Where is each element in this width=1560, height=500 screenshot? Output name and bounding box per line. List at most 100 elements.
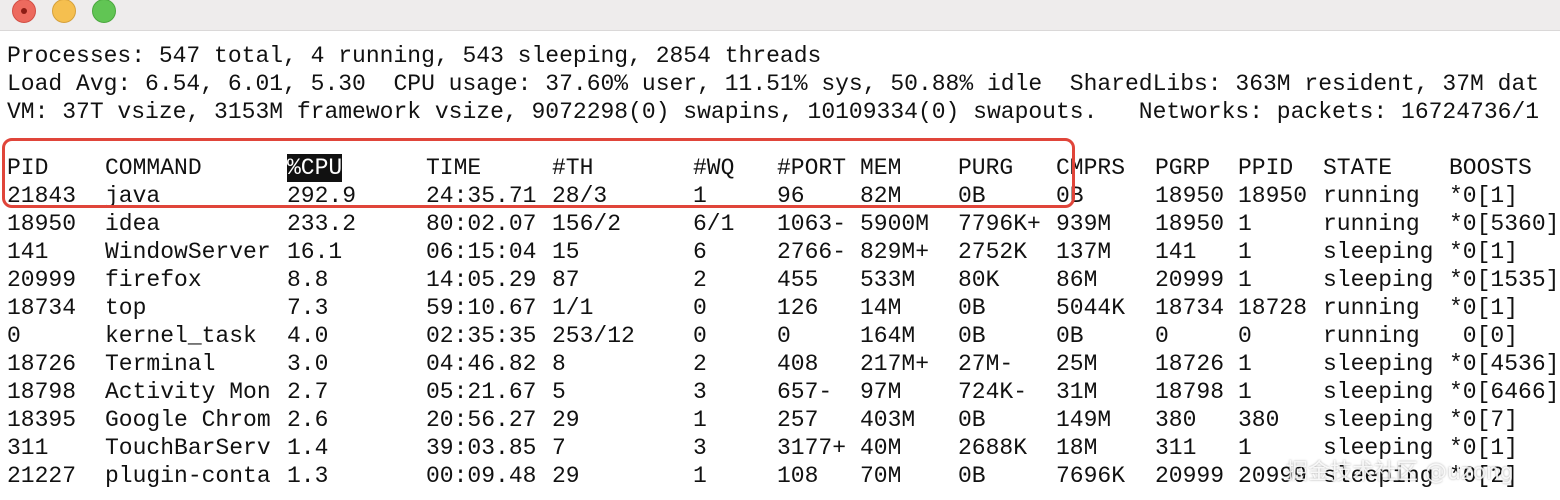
table-cell: 59:10.67 — [426, 295, 537, 321]
table-cell: 3.0 — [287, 351, 329, 377]
table-cell: 657- — [777, 379, 833, 405]
table-cell: 0B — [958, 407, 986, 433]
summary-load-cpu: Load Avg: 6.54, 6.01, 5.30 CPU usage: 37… — [7, 71, 1540, 97]
table-cell: WindowServer — [105, 239, 271, 265]
table-cell: 2766- — [777, 239, 847, 265]
table-cell: *0[5360] — [1449, 211, 1560, 237]
table-cell: *0[4536] — [1449, 351, 1560, 377]
highlight-annotation-box — [2, 138, 1075, 208]
table-cell: 1 — [1238, 379, 1252, 405]
table-cell: 06:15:04 — [426, 239, 537, 265]
table-cell: *0[1535] — [1449, 267, 1560, 293]
table-cell: 3177+ — [777, 435, 847, 461]
table-cell: 8 — [552, 351, 566, 377]
table-cell: sleeping — [1323, 407, 1434, 433]
table-cell: 137M — [1056, 239, 1112, 265]
table-cell: top — [105, 295, 147, 321]
table-cell: 2 — [693, 267, 707, 293]
table-cell: 7.3 — [287, 295, 329, 321]
table-cell: 80K — [958, 267, 1000, 293]
table-cell: 18728 — [1238, 295, 1308, 321]
table-cell: 0[0] — [1449, 323, 1519, 349]
table-cell: 1.4 — [287, 435, 329, 461]
summary-vm-network: VM: 37T vsize, 3153M framework vsize, 90… — [7, 99, 1540, 125]
minimize-button[interactable] — [52, 0, 76, 23]
table-cell: 21227 — [7, 463, 77, 489]
table-cell: 1 — [1238, 211, 1252, 237]
table-cell: *0[1] — [1449, 239, 1519, 265]
close-icon — [21, 8, 27, 14]
table-cell: 18950 — [7, 211, 77, 237]
table-cell: 2.7 — [287, 379, 329, 405]
zoom-button[interactable] — [92, 0, 116, 23]
table-cell: 18734 — [7, 295, 77, 321]
table-cell: 18950 — [1238, 183, 1308, 209]
table-cell: 02:35:35 — [426, 323, 537, 349]
table-cell: 149M — [1056, 407, 1112, 433]
table-row: 18726 Terminal 3.0 04:46.82 8 2 408 217M+ 27M- 25… — [0, 350, 1560, 378]
table-cell: *0[1] — [1449, 295, 1519, 321]
table-cell: 18734 — [1155, 295, 1225, 321]
table-cell: 14:05.29 — [426, 267, 537, 293]
table-cell: 40M — [860, 435, 902, 461]
table-cell: 233.2 — [287, 211, 357, 237]
table-cell: 1/1 — [552, 295, 594, 321]
table-cell: 20999 — [1155, 267, 1225, 293]
table-cell: 257 — [777, 407, 819, 433]
table-cell: 0 — [7, 323, 21, 349]
table-row: 0 kernel_task 4.0 02:35:35 253/12 0 0 164M 0B 0B 0… — [0, 322, 1560, 350]
table-cell: 86M — [1056, 267, 1098, 293]
table-cell: 0 — [693, 295, 707, 321]
table-cell: 0B — [958, 295, 986, 321]
close-button[interactable] — [12, 0, 36, 23]
table-cell: *0[6466] — [1449, 379, 1560, 405]
terminal-output[interactable]: Processes: 547 total, 4 running, 543 sle… — [0, 42, 1560, 500]
table-cell: 29 — [552, 463, 580, 489]
table-cell: sleeping — [1323, 239, 1434, 265]
table-cell: 6 — [693, 239, 707, 265]
table-cell: 126 — [777, 295, 819, 321]
table-cell: 0B — [958, 463, 986, 489]
table-cell: 0B — [958, 323, 986, 349]
table-row: 18798 Activity Mon 2.7 05:21.67 5 3 657- 97M 724… — [0, 378, 1560, 406]
table-cell: 533M — [860, 267, 916, 293]
table-cell: 18798 — [1155, 379, 1225, 405]
table-cell: 141 — [1155, 239, 1197, 265]
table-cell: 00:09.48 — [426, 463, 537, 489]
table-cell: 939M — [1056, 211, 1112, 237]
table-cell: 403M — [860, 407, 916, 433]
table-cell: 1 — [693, 407, 707, 433]
table-cell: 97M — [860, 379, 902, 405]
table-cell: 4.0 — [287, 323, 329, 349]
table-cell: 156/2 — [552, 211, 622, 237]
table-cell: sleeping — [1323, 267, 1434, 293]
table-cell: 0 — [693, 323, 707, 349]
table-cell: 2 — [693, 351, 707, 377]
table-cell: 29 — [552, 407, 580, 433]
table-cell: 15 — [552, 239, 580, 265]
column-header: PGRP — [1155, 155, 1211, 181]
table-cell: 0B — [1056, 323, 1084, 349]
table-cell: 18726 — [7, 351, 77, 377]
table-cell: plugin-conta — [105, 463, 271, 489]
table-cell: 2752K — [958, 239, 1028, 265]
table-cell: 408 — [777, 351, 819, 377]
table-row: 18395 Google Chrom 2.6 20:56.27 29 1 257 403M 0B… — [0, 406, 1560, 434]
table-cell: 217M+ — [860, 351, 930, 377]
window-titlebar — [0, 0, 1560, 31]
table-cell: 0 — [1238, 323, 1252, 349]
table-cell: 7796K+ — [958, 211, 1041, 237]
column-header: PPID — [1238, 155, 1294, 181]
table-cell: 18M — [1056, 435, 1098, 461]
table-cell: 20999 — [1155, 463, 1225, 489]
table-cell: 20:56.27 — [426, 407, 537, 433]
table-cell: 1 — [1238, 267, 1252, 293]
table-cell: 27M- — [958, 351, 1014, 377]
table-cell: 829M+ — [860, 239, 930, 265]
table-cell: 5044K — [1056, 295, 1126, 321]
table-cell: TouchBarServ — [105, 435, 271, 461]
table-cell: running — [1323, 323, 1420, 349]
table-cell: 7696K — [1056, 463, 1126, 489]
table-cell: 31M — [1056, 379, 1098, 405]
table-cell: 2.6 — [287, 407, 329, 433]
